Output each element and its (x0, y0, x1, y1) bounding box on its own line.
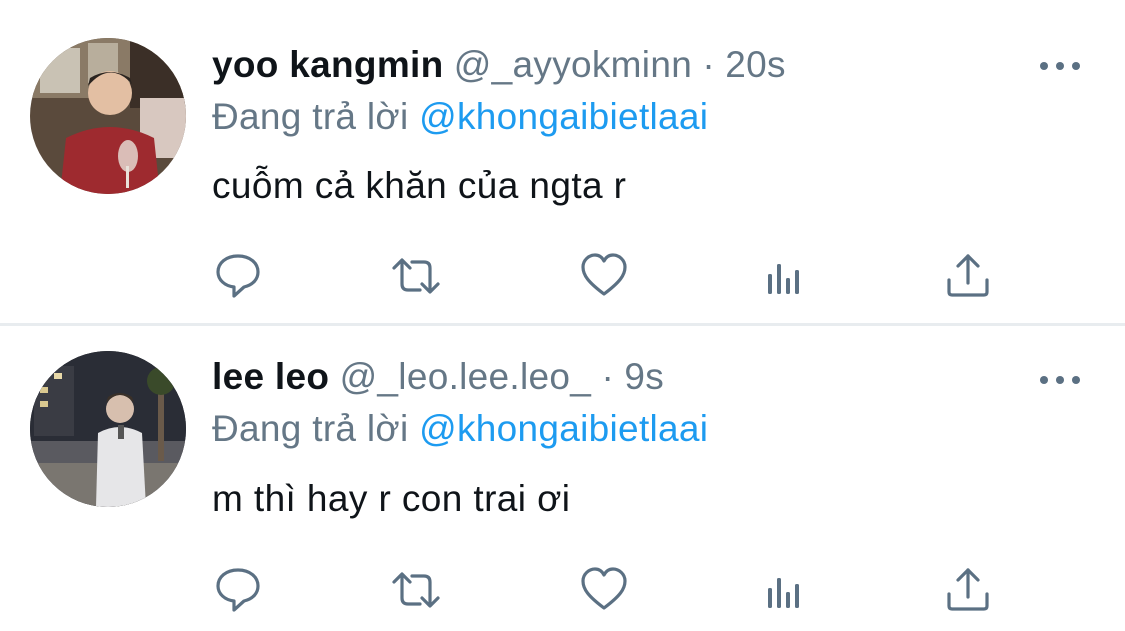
avatar-photo (30, 351, 186, 507)
action-bar (212, 564, 1012, 616)
reply-context: Đang trả lời @khongaibietlaai (212, 95, 708, 139)
tweet[interactable]: yoo kangmin @_ayyokminn · 20s Đang trả l… (0, 0, 1125, 324)
reply-prefix: Đang trả lời (212, 96, 409, 137)
tweet-header: lee leo @_leo.lee.leo_ · 9s (212, 355, 664, 399)
reply-mention-link[interactable]: @khongaibietlaai (419, 96, 708, 137)
avatar-photo (30, 38, 186, 194)
display-name[interactable]: lee leo (212, 356, 329, 397)
analytics-icon[interactable] (760, 564, 812, 616)
reply-mention-link[interactable]: @khongaibietlaai (419, 408, 708, 449)
share-icon[interactable] (942, 564, 994, 616)
tweet-text: cuỗm cả khăn của ngta r (212, 165, 627, 206)
avatar[interactable] (30, 351, 186, 507)
reply-context: Đang trả lời @khongaibietlaai (212, 407, 708, 451)
tweet[interactable]: lee leo @_leo.lee.leo_ · 9s Đang trả lời… (0, 327, 1125, 631)
display-name[interactable]: yoo kangmin (212, 44, 444, 85)
reply-icon[interactable] (212, 564, 264, 616)
share-icon[interactable] (942, 250, 994, 302)
user-handle[interactable]: @_ayyokminn (454, 44, 692, 85)
retweet-icon[interactable] (390, 564, 442, 616)
reply-prefix: Đang trả lời (212, 408, 409, 449)
divider (0, 323, 1125, 326)
tweet-text: m thì hay r con trai ơi (212, 478, 571, 519)
action-bar (212, 250, 1012, 302)
separator-dot: · (601, 356, 615, 397)
user-handle[interactable]: @_leo.lee.leo_ (340, 356, 592, 397)
tweet-header: yoo kangmin @_ayyokminn · 20s (212, 43, 786, 87)
reply-icon[interactable] (212, 250, 264, 302)
separator-dot: · (702, 44, 715, 85)
retweet-icon[interactable] (390, 250, 442, 302)
timestamp[interactable]: 9s (624, 356, 664, 397)
more-horizontal-icon[interactable] (1040, 60, 1080, 72)
like-icon[interactable] (578, 250, 630, 302)
like-icon[interactable] (578, 564, 630, 616)
analytics-icon[interactable] (760, 250, 812, 302)
avatar[interactable] (30, 38, 186, 194)
timestamp[interactable]: 20s (725, 44, 786, 85)
more-horizontal-icon[interactable] (1040, 374, 1080, 386)
